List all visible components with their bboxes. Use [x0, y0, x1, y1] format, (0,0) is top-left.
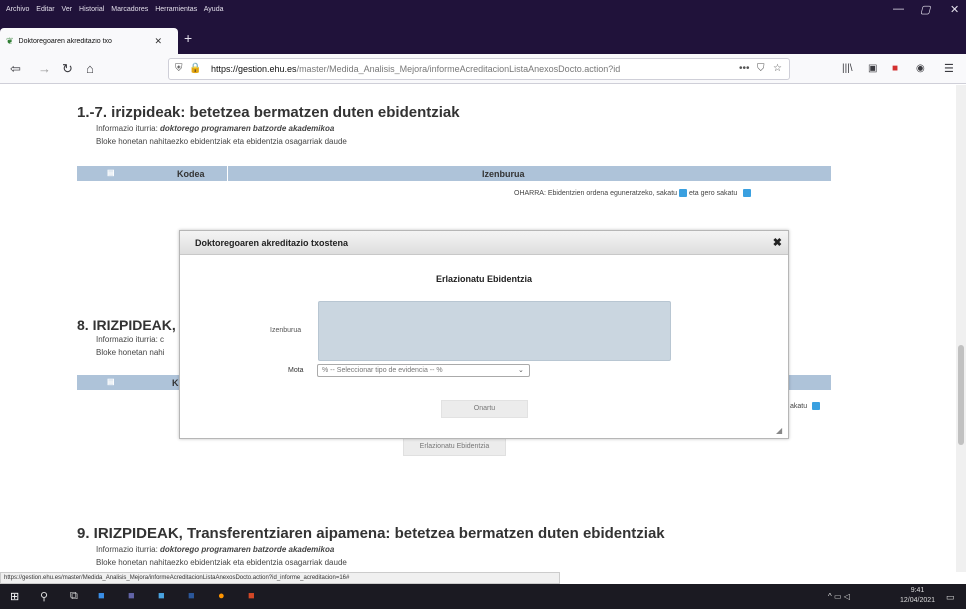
dialog-title: Doktoregoaren akreditazio txostena — [195, 238, 349, 248]
mota-label: Mota — [288, 367, 304, 374]
section8-note: akatu — [790, 402, 821, 410]
scrollbar-thumb[interactable] — [958, 345, 964, 445]
notifications-icon[interactable]: ▭ — [946, 592, 955, 603]
lock-icon[interactable]: 🔒 — [189, 63, 201, 74]
search-icon[interactable]: ⚲ — [40, 590, 48, 603]
section9-title: 9. IRIZPIDEAK, Transferentziaren aipamen… — [77, 525, 665, 542]
section1-desc: Bloke honetan nahitaezko ebidentziak eta… — [96, 137, 347, 146]
close-tab-icon[interactable]: ✕ — [155, 36, 163, 47]
scrollbar[interactable] — [956, 85, 966, 572]
windows-start-icon[interactable]: ⊞ — [10, 590, 19, 603]
dialog-titlebar[interactable]: Doktoregoaren akreditazio txostena ✖ — [180, 231, 788, 255]
back-icon[interactable]: ⇦ — [10, 61, 21, 77]
word-icon[interactable]: ■ — [188, 590, 195, 602]
mota-select[interactable]: % -- Seleccionar tipo de evidencia -- % … — [317, 364, 530, 377]
teams-icon[interactable]: ■ — [128, 590, 135, 602]
menu-marcadores[interactable]: Marcadores — [111, 6, 148, 13]
maximize-icon[interactable]: ▢ — [920, 3, 930, 16]
menu-ver[interactable]: Ver — [62, 6, 73, 13]
status-url: https://gestion.ehu.es/master/Medida_Ana… — [0, 572, 560, 584]
list-icon: ▤ — [107, 168, 115, 177]
izenburua-textarea[interactable] — [318, 301, 671, 361]
outlook-icon[interactable]: ■ — [98, 590, 105, 602]
menu-bar: Archivo Editar Ver Historial Marcadores … — [0, 0, 966, 24]
clock[interactable]: 9:41 12/04/2021 — [900, 586, 935, 606]
file-explorer-icon[interactable]: ■ — [158, 590, 165, 602]
relate-evidence-dialog: Doktoregoaren akreditazio txostena ✖ Erl… — [179, 230, 789, 439]
order-icon[interactable] — [679, 189, 687, 197]
url-bar[interactable]: ⛨ 🔒 https://gestion.ehu.es/master/Medida… — [168, 58, 790, 80]
firefox-icon[interactable]: ● — [218, 590, 225, 602]
site-favicon-icon: ❦ — [6, 35, 14, 46]
powerpoint-icon[interactable]: ■ — [248, 590, 255, 602]
home-icon[interactable]: ⌂ — [86, 61, 94, 76]
section8-desc: Bloke honetan nahi — [96, 348, 165, 357]
izenburua-label: Izenburua — [270, 327, 302, 334]
browser-tab[interactable]: ❦ Doktoregoaren akreditazio txo ✕ — [0, 28, 178, 54]
resize-handle-icon[interactable]: ◢ — [776, 426, 782, 435]
extension-icon[interactable]: ■ — [892, 63, 898, 74]
library-icon[interactable]: |||\ — [842, 63, 853, 74]
section1-note: OHARRA: Ebidentzien ordena eguneratzeko,… — [514, 189, 752, 197]
system-tray-icons[interactable]: ^ ▭ ◁ — [828, 592, 850, 601]
page-actions-icon[interactable]: ••• — [739, 63, 750, 74]
menu-ayuda[interactable]: Ayuda — [204, 6, 224, 13]
menu-archivo[interactable]: Archivo — [6, 6, 29, 13]
pocket-icon[interactable]: ⛉ — [757, 63, 765, 74]
navigation-bar: ⇦ → ↻ ⌂ ⛨ 🔒 https://gestion.ehu.es/maste… — [0, 54, 966, 84]
menu-items: Archivo Editar Ver Historial Marcadores … — [6, 6, 229, 13]
section8-title: 8. IRIZPIDEAK, N — [77, 317, 190, 333]
new-tab-icon[interactable]: + — [184, 30, 192, 46]
menu-herramientas[interactable]: Herramientas — [155, 6, 197, 13]
section1-title: 1.-7. irizpideak: betetzea bermatzen dut… — [77, 104, 460, 121]
sidebar-icon[interactable]: ▣ — [868, 63, 877, 74]
section9-desc: Bloke honetan nahitaezko ebidentziak eta… — [96, 558, 347, 567]
save-order-icon[interactable] — [743, 189, 752, 197]
tab-title: Doktoregoaren akreditazio txo — [18, 37, 112, 45]
menu-historial[interactable]: Historial — [79, 6, 104, 13]
section1-source: Informazio iturria: doktorego programare… — [96, 124, 335, 133]
section1-table-header: ▤ Kodea Izenburua — [77, 166, 831, 181]
chevron-down-icon[interactable]: ⌄ — [518, 366, 524, 374]
task-view-icon[interactable]: ⧉ — [70, 590, 78, 603]
account-icon[interactable]: ◉ — [916, 63, 925, 74]
dialog-heading: Erlazionatu Ebidentzia — [435, 274, 532, 284]
close-window-icon[interactable]: ✕ — [950, 3, 959, 16]
col-izenburua: Izenburua — [482, 169, 525, 179]
forward-icon[interactable]: → — [38, 61, 51, 76]
relate-evidence-button[interactable]: Erlazionatu Ebidentzia — [403, 438, 506, 456]
taskbar: ⊞ ⚲ ⧉ ■ ■ ■ ■ ● ■ ^ ▭ ◁ 9:41 12/04/2021 … — [0, 584, 966, 609]
menu-hamburger-icon[interactable]: ☰ — [944, 62, 954, 75]
save-order-icon[interactable] — [812, 402, 821, 410]
reload-icon[interactable]: ↻ — [62, 61, 73, 77]
col-kodea: Kodea — [177, 169, 205, 179]
dialog-close-icon[interactable]: ✖ — [773, 236, 782, 249]
bookmark-star-icon[interactable]: ☆ — [773, 63, 782, 74]
url-text[interactable]: https://gestion.ehu.es/master/Medida_Ana… — [211, 64, 620, 74]
section8-source: Informazio iturria: c — [96, 335, 165, 344]
section9-source: Informazio iturria: doktorego programare… — [96, 545, 335, 554]
shield-icon[interactable]: ⛨ — [175, 63, 183, 74]
list-icon: ▤ — [107, 377, 115, 386]
mota-select-value: % -- Seleccionar tipo de evidencia -- % — [322, 367, 443, 374]
col-k: K — [172, 378, 179, 388]
column-divider — [227, 166, 228, 181]
menu-editar[interactable]: Editar — [36, 6, 54, 13]
onartu-button[interactable]: Onartu — [441, 400, 528, 418]
minimize-icon[interactable]: — — [893, 3, 904, 15]
